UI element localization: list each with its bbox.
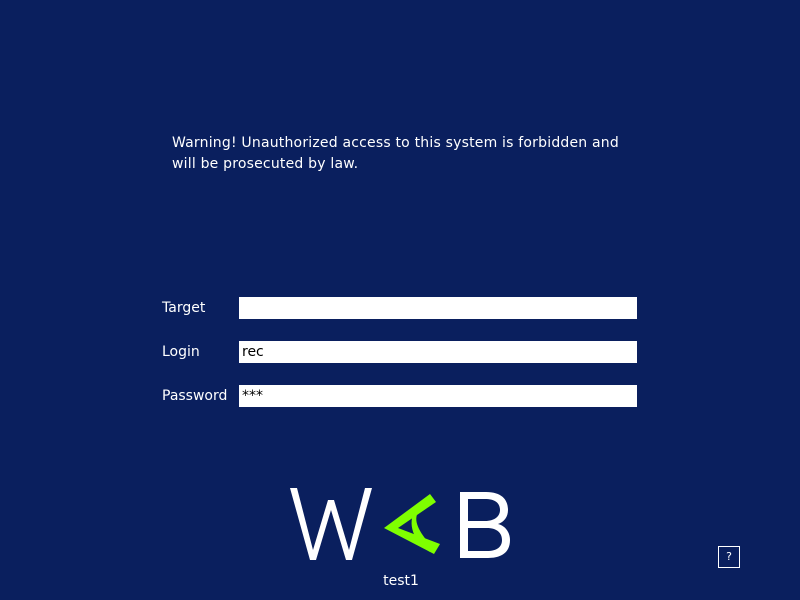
help-button[interactable]: ?: [718, 546, 740, 568]
password-input[interactable]: [239, 385, 637, 407]
logo-letter-w: [290, 488, 372, 560]
login-input[interactable]: [239, 341, 637, 363]
target-input[interactable]: [239, 297, 637, 319]
login-label: Login: [162, 344, 200, 360]
logo-letter-b: [460, 492, 510, 558]
warning-message: Warning! Unauthorized access to this sys…: [172, 135, 619, 172]
password-label: Password: [162, 388, 228, 404]
wab-logo: [290, 488, 510, 560]
machine-name: test1: [383, 573, 419, 589]
target-label: Target: [162, 300, 206, 316]
